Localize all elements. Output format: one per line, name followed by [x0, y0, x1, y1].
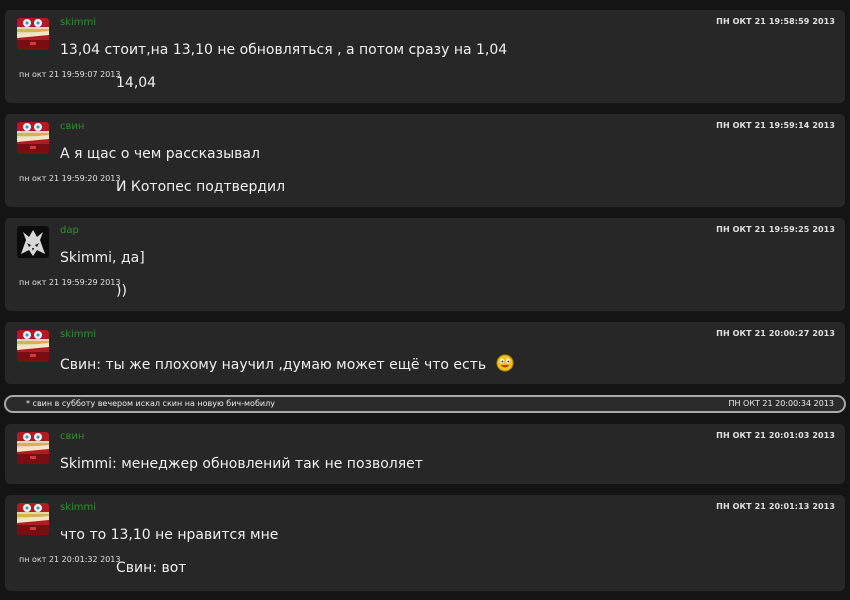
- message-timestamp: ПН ОКТ 21 20:01:13 2013: [716, 502, 835, 511]
- message-text: Skimmi: менеджер обновлений так не позво…: [60, 456, 423, 472]
- chat-message: skimmi ПН ОКТ 21 20:00:27 2013 Свин: ты …: [5, 322, 845, 384]
- message-timestamp: ПН ОКТ 21 19:59:14 2013: [716, 121, 835, 130]
- message-author[interactable]: свин: [60, 431, 84, 442]
- followup-text: 14,04: [116, 75, 157, 91]
- red-game-avatar-icon[interactable]: [17, 330, 49, 362]
- message-timestamp: ПН ОКТ 21 20:00:27 2013: [716, 329, 835, 338]
- followup-text: Свин: вот: [116, 560, 187, 576]
- chat-message: skimmi ПН ОКТ 21 20:01:13 2013 что то 13…: [5, 495, 845, 591]
- system-action-timestamp: ПН ОКТ 21 20:00:34 2013: [728, 399, 834, 408]
- message-text: А я щас о чем рассказывал: [60, 146, 260, 162]
- message-author[interactable]: skimmi: [60, 502, 96, 513]
- followup-timestamp: пн окт 21 19:59:07 2013: [19, 70, 121, 79]
- followup-timestamp: пн окт 21 19:59:29 2013: [19, 278, 121, 287]
- system-action-message: * свин в субботу вечером искал скин на н…: [4, 395, 846, 413]
- message-text: Свин: ты же плохому научил ,думаю может …: [60, 354, 514, 376]
- message-author[interactable]: skimmi: [60, 17, 96, 28]
- chat-log: skimmi ПН ОКТ 21 19:58:59 2013 13,04 сто…: [0, 0, 850, 600]
- chat-message: dap ПН ОКТ 21 19:59:25 2013 Skimmi, да] …: [5, 218, 845, 311]
- message-text: Skimmi, да]: [60, 250, 145, 266]
- chat-message: свин ПН ОКТ 21 20:01:03 2013 Skimmi: мен…: [5, 424, 845, 484]
- smiley-face-icon: [496, 354, 514, 376]
- red-game-avatar-icon[interactable]: [17, 122, 49, 154]
- red-game-avatar-icon[interactable]: [17, 18, 49, 50]
- chat-message: skimmi ПН ОКТ 21 19:58:59 2013 13,04 сто…: [5, 10, 845, 103]
- system-action-text: * свин в субботу вечером искал скин на н…: [26, 399, 275, 408]
- message-timestamp: ПН ОКТ 21 20:01:03 2013: [716, 431, 835, 440]
- message-text-content: Свин: ты же плохому научил ,думаю может …: [60, 357, 487, 373]
- red-game-avatar-icon[interactable]: [17, 432, 49, 464]
- wolf-sigil-avatar-icon[interactable]: [17, 226, 49, 258]
- message-timestamp: ПН ОКТ 21 19:59:25 2013: [716, 225, 835, 234]
- followup-timestamp: пн окт 21 19:59:20 2013: [19, 174, 121, 183]
- message-timestamp: ПН ОКТ 21 19:58:59 2013: [716, 17, 835, 26]
- message-author[interactable]: dap: [60, 225, 79, 236]
- followup-timestamp: пн окт 21 20:01:32 2013: [19, 555, 121, 564]
- chat-message: свин ПН ОКТ 21 19:59:14 2013 А я щас о ч…: [5, 114, 845, 207]
- followup-text: И Котопес подтвердил: [116, 179, 286, 195]
- message-author[interactable]: свин: [60, 121, 84, 132]
- message-text: что то 13,10 не нравится мне: [60, 527, 279, 543]
- red-game-avatar-icon[interactable]: [17, 503, 49, 535]
- message-text: 13,04 стоит,на 13,10 не обновляться , а …: [60, 42, 508, 58]
- followup-text: )): [116, 283, 127, 299]
- message-author[interactable]: skimmi: [60, 329, 96, 340]
